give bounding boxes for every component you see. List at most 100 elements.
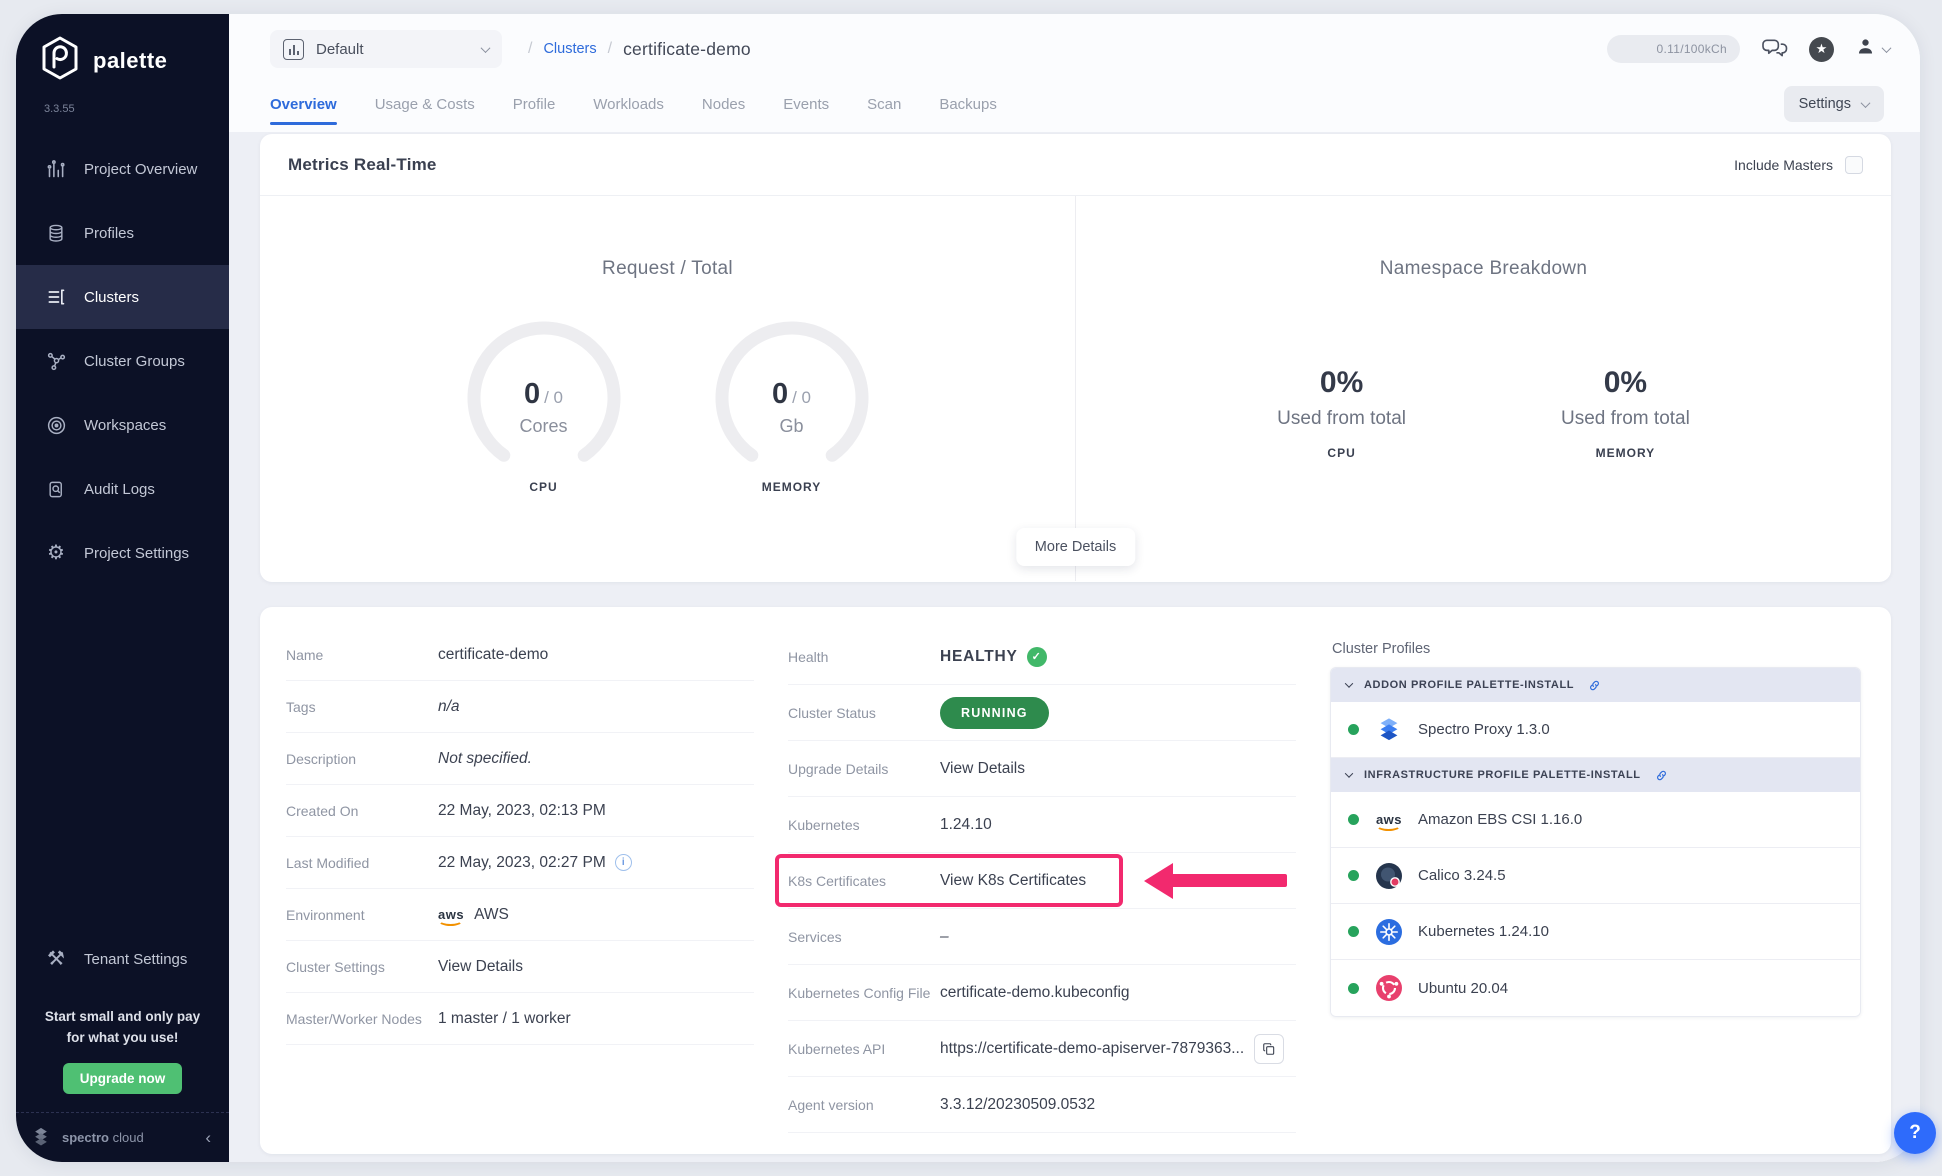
ubuntu-icon: [1374, 974, 1404, 1002]
app-version: 3.3.55: [16, 85, 229, 115]
detail-row-upgrade-details: Upgrade Details View Details: [788, 741, 1296, 797]
tab-backups[interactable]: Backups: [939, 76, 997, 132]
profile-header-label: INFRASTRUCTURE PROFILE PALETTE-INSTALL: [1364, 769, 1641, 781]
topbar: Default / Clusters / certificate-demo 0.…: [229, 14, 1920, 76]
detail-row-k8s-certificates: K8s Certificates View K8s Certificates: [788, 853, 1296, 909]
more-details-button[interactable]: More Details: [1016, 528, 1135, 566]
profile-item-label: Ubuntu 20.04: [1418, 980, 1508, 997]
sidebar-item-label: Clusters: [84, 289, 139, 306]
namespace-cpu-stat: 0% Used from total CPU: [1277, 366, 1406, 460]
upgrade-now-button[interactable]: Upgrade now: [63, 1063, 183, 1094]
tools-icon: ⚒: [44, 949, 68, 969]
row-label: K8s Certificates: [788, 873, 940, 889]
profile-header-label: ADDON PROFILE PALETTE-INSTALL: [1364, 679, 1574, 691]
sidebar-footer: spectro cloud ‹: [16, 1112, 229, 1162]
details-column-2: Health HEALTHY✓ Cluster Status RUNNING U…: [788, 629, 1296, 1154]
infrastructure-profile-header[interactable]: INFRASTRUCTURE PROFILE PALETTE-INSTALL: [1331, 758, 1860, 792]
sidebar-item-label: Profiles: [84, 225, 134, 242]
sidebar-item-cluster-groups[interactable]: Cluster Groups: [16, 329, 229, 393]
tab-events[interactable]: Events: [783, 76, 829, 132]
detail-row-cluster-status: Cluster Status RUNNING: [788, 685, 1296, 741]
view-k8s-certificates-link[interactable]: View K8s Certificates: [940, 872, 1086, 890]
bar-chart-icon: [44, 159, 68, 180]
include-masters-checkbox[interactable]: [1845, 156, 1863, 174]
metrics-card: Metrics Real-Time Include Masters Reques…: [260, 134, 1891, 582]
gauge-value: 0: [524, 378, 540, 410]
sidebar-item-tenant-settings[interactable]: ⚒ Tenant Settings: [16, 931, 229, 987]
status-dot-icon: [1348, 870, 1359, 881]
profile-item-amazon-ebs-csi[interactable]: aws Amazon EBS CSI 1.16.0: [1331, 792, 1860, 848]
health-status: HEALTHY✓: [940, 647, 1047, 667]
row-label: Kubernetes Config File: [788, 985, 940, 1001]
user-menu[interactable]: [1855, 36, 1890, 62]
profile-item-ubuntu[interactable]: Ubuntu 20.04: [1331, 960, 1860, 1016]
upgrade-promo-text: Start small and only pay for what you us…: [16, 1007, 229, 1049]
sidebar-item-audit-logs[interactable]: Audit Logs: [16, 457, 229, 521]
project-selector[interactable]: Default: [270, 30, 502, 68]
row-value: 22 May, 2023, 02:27 PMi: [438, 854, 632, 872]
gauge-total: / 0: [544, 388, 563, 407]
star-badge-button[interactable]: ★: [1809, 37, 1834, 62]
namespace-pct: 0%: [1320, 366, 1363, 400]
detail-row-tags: Tags n/a: [286, 681, 754, 733]
calico-icon: [1374, 862, 1404, 890]
collapse-sidebar-icon[interactable]: ‹: [205, 1128, 211, 1148]
running-status-badge[interactable]: RUNNING: [940, 697, 1049, 729]
tab-overview[interactable]: Overview: [270, 76, 337, 132]
copy-icon: [1262, 1042, 1276, 1056]
addon-profile-header[interactable]: ADDON PROFILE PALETTE-INSTALL: [1331, 668, 1860, 702]
help-button[interactable]: ?: [1894, 1112, 1936, 1154]
row-value: –: [940, 928, 949, 946]
chevron-down-icon: [481, 43, 491, 53]
aws-icon: aws: [1374, 812, 1404, 827]
row-label: Cluster Settings: [286, 959, 438, 975]
sidebar-item-clusters[interactable]: Clusters: [16, 265, 229, 329]
row-value: certificate-demo: [438, 646, 548, 664]
info-icon[interactable]: i: [615, 854, 632, 871]
detail-row-name: Name certificate-demo: [286, 629, 754, 681]
brand-name: palette: [93, 48, 167, 74]
row-value: 3.3.12/20230509.0532: [940, 1096, 1095, 1114]
star-badge-icon: ★: [1809, 37, 1834, 62]
include-masters-label: Include Masters: [1734, 157, 1833, 173]
cluster-profiles-title: Cluster Profiles: [1332, 641, 1861, 657]
cluster-profiles-list: ADDON PROFILE PALETTE-INSTALL Spectro Pr…: [1330, 667, 1861, 1017]
row-label: Upgrade Details: [788, 761, 940, 777]
profile-item-spectro-proxy[interactable]: Spectro Proxy 1.3.0: [1331, 702, 1860, 758]
gauges: 0/ 0 Cores CPU 0/ 0 Gb MEMORY: [459, 320, 877, 496]
copy-button[interactable]: [1254, 1034, 1284, 1064]
tab-profile[interactable]: Profile: [513, 76, 556, 132]
cluster-settings-view-details-link[interactable]: View Details: [438, 958, 523, 976]
settings-button[interactable]: Settings: [1784, 86, 1884, 122]
sidebar-item-project-overview[interactable]: Project Overview: [16, 137, 229, 201]
profile-item-kubernetes[interactable]: Kubernetes 1.24.10: [1331, 904, 1860, 960]
sidebar-item-profiles[interactable]: Profiles: [16, 201, 229, 265]
namespace-panel: Namespace Breakdown 0% Used from total C…: [1075, 196, 1891, 581]
sidebar-item-workspaces[interactable]: Workspaces: [16, 393, 229, 457]
profile-item-calico[interactable]: Calico 3.24.5: [1331, 848, 1860, 904]
namespace-memory-stat: 0% Used from total MEMORY: [1561, 366, 1690, 460]
tab-nodes[interactable]: Nodes: [702, 76, 745, 132]
breadcrumb-clusters-link[interactable]: Clusters: [543, 41, 596, 57]
tab-workloads[interactable]: Workloads: [593, 76, 664, 132]
project-chart-icon: [283, 39, 304, 60]
kubeconfig-download-link[interactable]: certificate-demo.kubeconfig: [940, 984, 1130, 1002]
sidebar-item-project-settings[interactable]: ⚙ Project Settings: [16, 521, 229, 585]
row-label: Agent version: [788, 1097, 940, 1113]
chat-button[interactable]: [1761, 36, 1788, 62]
namespace-stats: 0% Used from total CPU 0% Used from tota…: [1277, 366, 1690, 460]
upgrade-view-details-link[interactable]: View Details: [940, 760, 1025, 778]
detail-row-health: Health HEALTHY✓: [788, 629, 1296, 685]
row-label: Environment: [286, 907, 438, 923]
project-selector-value: Default: [316, 41, 470, 58]
status-dot-icon: [1348, 814, 1359, 825]
aws-icon: aws: [438, 907, 464, 922]
row-label: Last Modified: [286, 855, 438, 871]
tab-scan[interactable]: Scan: [867, 76, 901, 132]
kubernetes-api-url: https://certificate-demo-apiserver-78793…: [940, 1040, 1244, 1058]
chat-icon: [1761, 36, 1788, 62]
tab-usage-costs[interactable]: Usage & Costs: [375, 76, 475, 132]
sidebar-item-label: Audit Logs: [84, 481, 155, 498]
gear-icon: ⚙: [44, 543, 68, 563]
profile-item-label: Spectro Proxy 1.3.0: [1418, 721, 1550, 738]
